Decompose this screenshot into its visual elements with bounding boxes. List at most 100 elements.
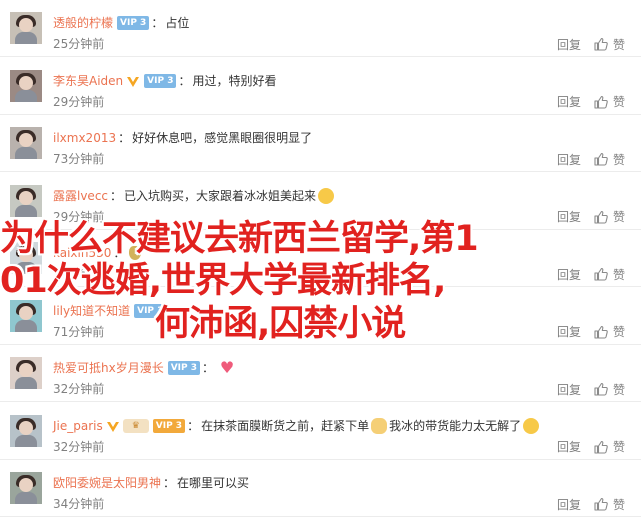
grin-emoji-icon (523, 417, 540, 434)
reply-button[interactable]: 回复 (557, 151, 581, 168)
reply-button[interactable]: 回复 (557, 323, 581, 340)
comment-timestamp: 73分钟前 (53, 152, 105, 166)
reply-button[interactable]: 回复 (557, 381, 581, 398)
comment-header: 李东昊Aiden VIP 3：用过，特别好看 (53, 72, 277, 90)
comment-header: 露露lvecc：已入坑购买，大家跟着冰冰姐美起来 (53, 187, 336, 205)
username-link[interactable]: Jie_paris (53, 417, 103, 435)
thumbs-up-icon[interactable] (593, 151, 609, 167)
comment-text: 在抹茶面膜断货之前，赶紧下单 (201, 418, 370, 433)
avatar[interactable] (10, 414, 42, 447)
separator-colon: ： (163, 476, 176, 490)
comment-text: 好好休息吧，感觉黑眼圈很明显了 (132, 131, 313, 145)
thumbs-up-icon[interactable] (593, 94, 609, 110)
reply-button[interactable]: 回复 (557, 208, 581, 225)
thumbs-up-icon[interactable] (593, 381, 609, 397)
comment-actions: 回复 赞 (557, 439, 625, 455)
comment-actions: 回复 赞 (557, 36, 625, 52)
comment-timestamp: 29分钟前 (53, 209, 105, 224)
comment-actions: 回复 赞 (557, 151, 625, 167)
crown-badge-icon: ♛ (122, 418, 149, 433)
comment-text: 用过，特别好看 (192, 73, 277, 88)
like-button[interactable]: 赞 (613, 208, 625, 225)
vip-badge: VIP 3 (167, 361, 201, 375)
like-button[interactable]: 赞 (613, 266, 625, 283)
reply-button[interactable]: 回复 (557, 438, 581, 455)
comment-item: 欧阳委婉是太阳男神：在哪里可以买 34分钟前 回复 赞 (0, 460, 641, 517)
comment-item: kaixin530： 71分钟前 回复 赞 (0, 230, 641, 287)
verified-v-icon (126, 75, 140, 87)
comment-timestamp: 32分钟前 (53, 439, 105, 454)
comment-text: 已入坑购买，大家跟着冰冰姐美起来 (124, 188, 317, 203)
separator-colon: ： (202, 361, 215, 375)
comment-timestamp: 32分钟前 (53, 382, 105, 396)
avatar[interactable] (10, 299, 42, 332)
bag-emoji-icon (129, 246, 142, 260)
separator-colon: ： (178, 73, 191, 88)
like-button[interactable]: 赞 (613, 496, 625, 513)
vip-badge: VIP 3 (134, 303, 167, 318)
thumbs-up-icon[interactable] (593, 209, 609, 225)
like-button[interactable]: 赞 (613, 151, 625, 168)
comment-item: 透般的柠檬 VIP 3：占位 25分钟前 回复 赞 (0, 0, 641, 57)
comment-item: lily知道不知道 VIP 3： 71分钟前 回复 赞 (0, 288, 641, 345)
thumbs-up-icon[interactable] (593, 36, 609, 52)
comment-item: ilxmx2013：好好休息吧，感觉黑眼圈很明显了 73分钟前 回复 赞 (0, 115, 641, 172)
avatar[interactable] (10, 12, 42, 44)
comment-actions: 回复 赞 (557, 381, 625, 397)
comment-timestamp: 25分钟前 (53, 37, 105, 51)
verified-v-icon (106, 420, 120, 432)
comment-actions: 回复 赞 (557, 266, 625, 282)
comment-actions: 回复 赞 (557, 496, 625, 512)
username-link[interactable]: 热爱可抵hx岁月漫长 (53, 359, 164, 377)
reply-button[interactable]: 回复 (557, 93, 581, 110)
cat-emoji-icon (371, 417, 388, 434)
comment-actions: 回复 赞 (557, 94, 625, 110)
reply-button[interactable]: 回复 (557, 36, 581, 53)
reply-button[interactable]: 回复 (557, 496, 581, 513)
reply-button[interactable]: 回复 (557, 266, 581, 283)
comment-header: 热爱可抵hx岁月漫长 VIP 3： ♥ (53, 359, 238, 377)
vip-badge: VIP 3 (144, 73, 177, 88)
username-link[interactable]: 李东昊Aiden (53, 72, 123, 90)
username-link[interactable]: ilxmx2013 (53, 129, 116, 147)
like-button[interactable]: 赞 (613, 323, 625, 340)
like-button[interactable]: 赞 (613, 381, 625, 398)
username-link[interactable]: 欧阳委婉是太阳男神 (53, 474, 161, 492)
avatar[interactable] (10, 242, 42, 274)
username-link[interactable]: 透般的柠檬 (53, 14, 113, 32)
thumbs-up-icon[interactable] (593, 324, 609, 340)
heart-emoji-icon: ♥ (219, 358, 235, 377)
username-link[interactable]: kaixin530 (53, 244, 111, 262)
comment-header: 欧阳委婉是太阳男神：在哪里可以买 (53, 474, 249, 492)
comment-header: Jie_paris ♛ VIP 3：在抹茶面膜断货之前，赶紧下单 我冰的带货能力太无解… (53, 417, 541, 435)
vip-badge: VIP 3 (117, 16, 150, 30)
comment-text: 在哪里可以买 (177, 476, 250, 490)
separator-colon: ： (118, 131, 131, 145)
avatar[interactable] (10, 127, 42, 159)
avatar[interactable] (10, 69, 42, 102)
comment-text-continued: 我冰的带货能力太无解了 (389, 418, 522, 433)
thumbs-up-icon[interactable] (593, 266, 609, 282)
separator-colon: ： (187, 418, 200, 433)
like-button[interactable]: 赞 (613, 36, 625, 53)
username-link[interactable]: lily知道不知道 (53, 302, 130, 320)
like-button[interactable]: 赞 (613, 93, 625, 110)
thumbs-up-icon[interactable] (593, 496, 609, 512)
comment-header: 透般的柠檬 VIP 3：占位 (53, 14, 189, 32)
separator-colon: ： (168, 303, 181, 318)
comment-timestamp: 71分钟前 (53, 267, 105, 281)
separator-colon: ： (110, 188, 123, 203)
separator-colon: ： (151, 16, 164, 30)
comment-header: kaixin530： (53, 244, 143, 262)
avatar[interactable] (10, 357, 42, 389)
like-button[interactable]: 赞 (613, 438, 625, 455)
comment-timestamp: 34分钟前 (53, 497, 105, 511)
username-link[interactable]: 露露lvecc (53, 187, 108, 205)
avatar[interactable] (10, 184, 42, 217)
vip-badge: VIP 3 (152, 418, 186, 433)
thumbs-up-icon[interactable] (593, 439, 609, 455)
comment-item: 露露lvecc：已入坑购买，大家跟着冰冰姐美起来 29分钟前 回复 赞 (0, 173, 641, 230)
grin-emoji-icon (318, 187, 335, 204)
comment-actions: 回复 赞 (557, 209, 625, 225)
avatar[interactable] (10, 472, 42, 504)
